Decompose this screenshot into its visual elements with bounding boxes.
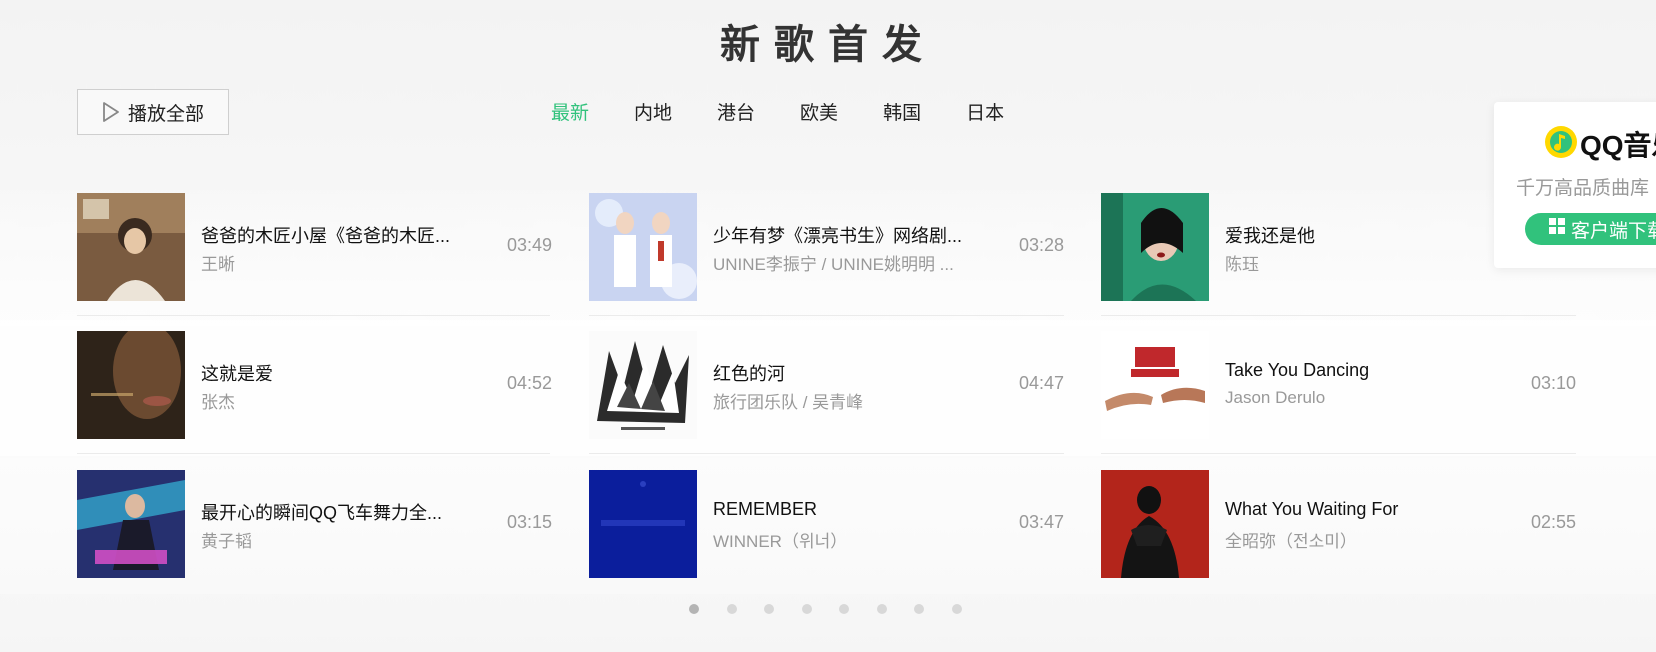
windows-icon xyxy=(1549,218,1565,240)
album-cover[interactable] xyxy=(1101,331,1209,439)
song-title[interactable]: 爸爸的木匠小屋《爸爸的木匠... xyxy=(201,222,471,248)
pagination-dot[interactable] xyxy=(914,604,924,614)
song-artist[interactable]: 全昭弥（전소미） xyxy=(1225,527,1475,552)
qq-music-logo-icon xyxy=(1544,125,1578,164)
divider xyxy=(589,315,1064,316)
pagination-dot[interactable] xyxy=(764,604,774,614)
qq-music-brand: QQ音乐 xyxy=(1580,130,1656,161)
pagination-dot[interactable] xyxy=(839,604,849,614)
song-artist[interactable]: UNINE李振宁 / UNINE姚明明 ... xyxy=(713,250,963,275)
song-duration: 03:28 xyxy=(1018,235,1064,255)
song-item[interactable]: 红色的河 旅行团乐队 / 吴青峰 04:47 xyxy=(589,331,1064,439)
client-download-button[interactable]: 客户端下载 xyxy=(1525,213,1656,245)
qq-music-logo: QQ音乐 xyxy=(1544,124,1656,164)
song-title[interactable]: 红色的河 xyxy=(713,360,983,386)
song-artist[interactable]: 王晰 xyxy=(201,250,451,275)
song-title[interactable]: What You Waiting For xyxy=(1225,499,1495,520)
album-cover[interactable] xyxy=(77,470,185,578)
song-artist[interactable]: 张杰 xyxy=(201,388,451,413)
song-title[interactable]: 最开心的瞬间QQ飞车舞力全... xyxy=(201,499,471,525)
song-item[interactable]: REMEMBER WINNER（위너） 03:47 xyxy=(589,470,1064,578)
song-artist[interactable]: 旅行团乐队 / 吴青峰 xyxy=(713,388,963,413)
album-cover[interactable] xyxy=(589,331,697,439)
pagination-dot[interactable] xyxy=(689,604,699,614)
pagination-dots xyxy=(689,604,989,614)
song-duration: 04:52 xyxy=(506,373,552,393)
pagination-dot[interactable] xyxy=(726,604,737,614)
divider xyxy=(77,453,550,454)
song-item[interactable]: Take You Dancing Jason Derulo 03:10 xyxy=(1101,331,1576,439)
song-duration: 03:49 xyxy=(506,235,552,255)
song-artist[interactable]: WINNER（위너） xyxy=(713,527,963,552)
song-duration: 04:47 xyxy=(1018,373,1064,393)
song-duration: 02:55 xyxy=(1530,512,1576,532)
album-cover[interactable] xyxy=(589,193,697,301)
song-item[interactable]: What You Waiting For 全昭弥（전소미） 02:55 xyxy=(1101,470,1576,578)
album-cover[interactable] xyxy=(77,193,185,301)
album-cover[interactable] xyxy=(1101,470,1209,578)
album-cover[interactable] xyxy=(1101,193,1209,301)
pagination-dot[interactable] xyxy=(876,604,887,614)
album-cover[interactable] xyxy=(77,331,185,439)
song-title[interactable]: 爱我还是他 xyxy=(1225,222,1495,248)
promo-slogan: 千万高品质曲库 xyxy=(1516,178,1650,199)
divider xyxy=(589,453,1064,454)
song-artist[interactable]: 陈珏 xyxy=(1225,250,1475,275)
divider xyxy=(1101,315,1576,316)
song-artist[interactable]: 黄子韬 xyxy=(201,527,451,552)
song-duration: 03:47 xyxy=(1018,512,1064,532)
song-title[interactable]: 这就是爱 xyxy=(201,360,471,386)
song-item[interactable]: 爸爸的木匠小屋《爸爸的木匠... 王晰 03:49 xyxy=(77,193,552,301)
song-artist[interactable]: Jason Derulo xyxy=(1225,388,1475,408)
song-duration: 03:15 xyxy=(506,512,552,532)
song-title[interactable]: REMEMBER xyxy=(713,499,983,520)
song-title[interactable]: 少年有梦《漂亮书生》网络剧... xyxy=(713,222,983,248)
album-cover[interactable] xyxy=(589,470,697,578)
divider xyxy=(1101,453,1576,454)
song-item[interactable]: 最开心的瞬间QQ飞车舞力全... 黄子韬 03:15 xyxy=(77,470,552,578)
client-download-label: 客户端下载 xyxy=(1571,220,1656,242)
download-promo-card: QQ音乐 千万高品质曲库 客户端下载 xyxy=(1494,102,1656,268)
pagination-dot[interactable] xyxy=(801,604,812,614)
song-item[interactable]: 少年有梦《漂亮书生》网络剧... UNINE李振宁 / UNINE姚明明 ...… xyxy=(589,193,1064,301)
divider xyxy=(77,315,550,316)
song-grid: 爸爸的木匠小屋《爸爸的木匠... 王晰 03:49 少年有梦《漂亮书生》网络剧.… xyxy=(0,0,1656,652)
song-item[interactable]: 这就是爱 张杰 04:52 xyxy=(77,331,552,439)
pagination-dot[interactable] xyxy=(951,604,962,614)
song-duration: 03:10 xyxy=(1530,373,1576,393)
song-title[interactable]: Take You Dancing xyxy=(1225,360,1495,381)
